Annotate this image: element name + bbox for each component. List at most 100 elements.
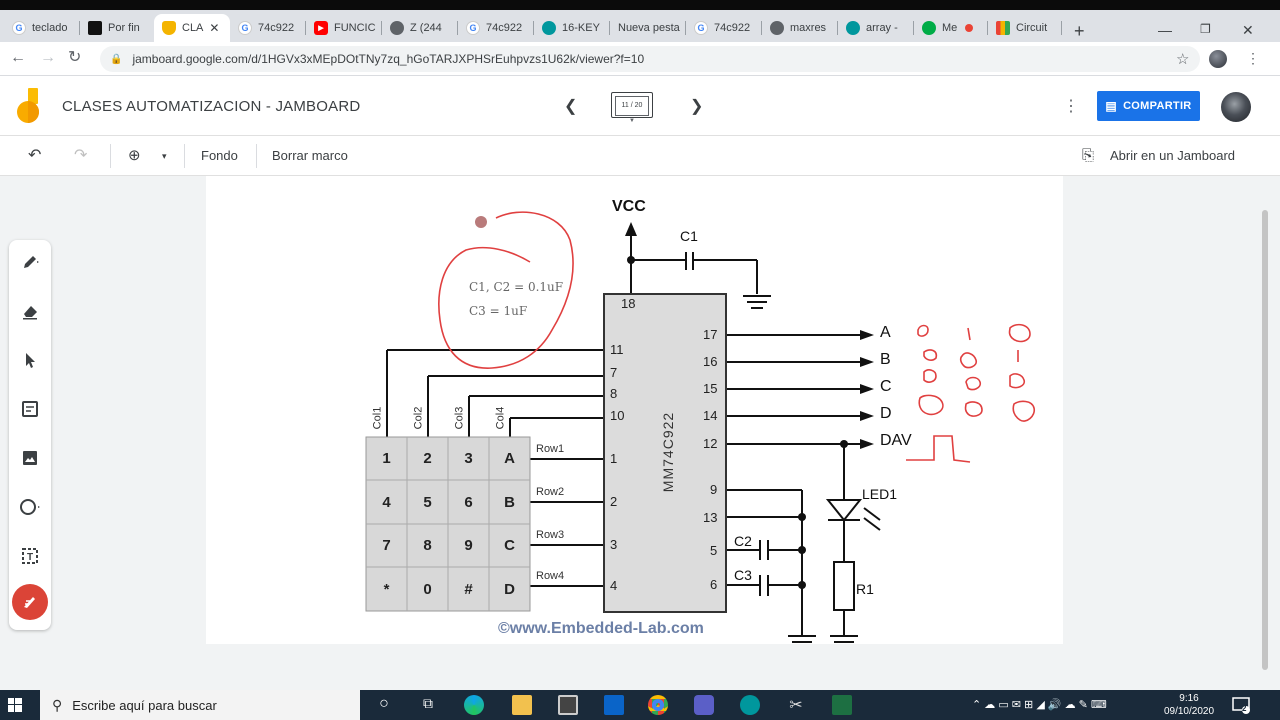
arduino-icon — [542, 21, 556, 35]
teams-icon[interactable] — [694, 695, 714, 715]
taskbar-search-field[interactable]: ⚲ Escribe aquí para buscar — [40, 690, 360, 720]
close-tab-icon[interactable]: ✕ — [209, 21, 219, 35]
url-field[interactable]: 🔒 jamboard.google.com/d/1HGVx3xMEpDOtTNy… — [100, 46, 1200, 72]
undo-icon[interactable]: ↶ — [28, 148, 41, 164]
tab-4[interactable]: G 74c922 — [230, 14, 306, 42]
mail-icon[interactable] — [604, 695, 624, 715]
clear-frame-button[interactable]: Borrar marco — [272, 148, 348, 164]
sticky-note-icon — [22, 401, 38, 417]
output-label: DAV — [880, 432, 912, 449]
frame-caret-icon[interactable]: ▼ — [629, 118, 635, 124]
col-label: Col2 — [412, 406, 425, 430]
notification-icon[interactable]: 2 — [1232, 696, 1250, 719]
task-view-icon[interactable]: ⧉ — [418, 695, 438, 715]
select-tool[interactable] — [9, 340, 51, 380]
forward-icon[interactable]: → — [40, 50, 56, 66]
taskbar-clock[interactable]: 9:16 09/10/2020 — [1158, 692, 1220, 718]
pen-tool[interactable] — [9, 242, 51, 282]
recording-dot-icon — [965, 24, 974, 32]
tab-13[interactable]: Me — [914, 14, 988, 42]
keypad-key: C — [504, 537, 515, 554]
tab-1[interactable]: G teclado — [4, 14, 80, 42]
tab-label: array - — [866, 22, 898, 34]
tab-3-active[interactable]: CLA ✕ — [154, 14, 230, 42]
more-options-icon[interactable]: ⋮ — [1063, 96, 1079, 116]
vcc-label: VCC — [612, 198, 646, 215]
tab-label: Nueva pesta — [618, 22, 680, 34]
close-window-icon[interactable]: ✕ — [1242, 22, 1254, 39]
bookmark-star-icon[interactable]: ☆ — [1176, 50, 1189, 68]
tab-9[interactable]: Nueva pesta — [610, 14, 686, 42]
tab-6[interactable]: Z (244 — [382, 14, 458, 42]
pin-label: 5 — [710, 543, 718, 558]
laser-tool[interactable] — [12, 584, 48, 620]
image-tool[interactable] — [9, 438, 51, 478]
jamboard-logo-icon[interactable] — [16, 88, 42, 124]
arduino-icon — [846, 21, 860, 35]
frame-selector[interactable]: 11 / 20 — [611, 92, 653, 118]
tab-2[interactable]: Por fin — [80, 14, 154, 42]
jam-frame[interactable]: VCC C1 18 C1, C2 = 0.1uF C3 = 1uF 11 7 8… — [206, 176, 1063, 644]
page-title: CLASES AUTOMATIZACION - JAMBOARD — [62, 98, 361, 115]
tab-14[interactable]: Circuit — [988, 14, 1062, 42]
svg-text:T: T — [27, 552, 33, 563]
tab-7[interactable]: G 74c922 — [458, 14, 534, 42]
arduino-app-icon[interactable] — [740, 695, 760, 715]
back-icon[interactable]: ← — [10, 50, 26, 66]
tab-label: maxres — [790, 22, 827, 34]
new-tab-button[interactable]: + — [1074, 22, 1085, 40]
share-button[interactable]: ▤ COMPARTIR — [1097, 91, 1200, 121]
store-icon[interactable] — [558, 695, 578, 715]
system-tray[interactable]: ⌃ ☁ ▭ ✉ ⊞ ◢ 🔊 ☁ ✎ ⌨ — [972, 698, 1107, 711]
keypad-key: 6 — [464, 493, 473, 511]
next-frame-icon[interactable]: ❯ — [690, 96, 703, 116]
cortana-icon[interactable]: ○ — [374, 695, 394, 715]
profile-avatar-small[interactable] — [1209, 50, 1227, 68]
tab-label: FUNCIC — [334, 22, 376, 34]
snipping-icon[interactable]: ✂ — [786, 695, 806, 715]
tab-10[interactable]: G 74c922 — [686, 14, 762, 42]
tab-11[interactable]: maxres — [762, 14, 838, 42]
excel-icon[interactable] — [832, 695, 852, 715]
scrollbar-thumb[interactable] — [1262, 210, 1268, 670]
browser-menu-icon[interactable]: ⋮ — [1246, 50, 1260, 67]
google-icon: G — [12, 21, 26, 35]
black-app-icon — [88, 21, 102, 35]
tool-palette: T — [9, 240, 51, 630]
text-box-tool[interactable]: T — [9, 536, 51, 576]
pin-label: 3 — [610, 537, 618, 552]
search-icon: ⚲ — [52, 696, 63, 713]
tab-5[interactable]: ▶ FUNCIC — [306, 14, 382, 42]
background-button[interactable]: Fondo — [201, 148, 238, 164]
windows-start-icon[interactable] — [8, 698, 22, 712]
restore-icon[interactable]: ❐ — [1200, 22, 1211, 36]
open-in-jamboard-button[interactable]: Abrir en un Jamboard — [1110, 148, 1235, 164]
tab-12[interactable]: array - — [838, 14, 914, 42]
pin-label: 10 — [610, 408, 625, 423]
pin-label: 7 — [610, 365, 618, 380]
tab-8[interactable]: 16-KEY — [534, 14, 610, 42]
zoom-dropdown-icon[interactable]: ▾ — [162, 148, 167, 164]
share-lock-icon: ▤ — [1105, 99, 1118, 113]
pin-label: 16 — [703, 354, 718, 369]
chip-name: MM74C922 — [660, 411, 676, 493]
chrome-icon[interactable] — [648, 695, 668, 715]
zoom-icon[interactable]: ⊕ — [128, 148, 141, 164]
redo-icon[interactable]: ↷ — [74, 148, 87, 164]
tab-label: Z (244 — [410, 22, 442, 34]
r1-label: R1 — [856, 581, 874, 597]
jamboard-header: CLASES AUTOMATIZACION - JAMBOARD ❮ 11 / … — [0, 76, 1280, 136]
minimize-icon[interactable]: — — [1158, 22, 1172, 38]
avatar[interactable] — [1221, 92, 1251, 122]
col-label: Col1 — [371, 406, 384, 430]
open-jamboard-icon[interactable]: ⎘ — [1082, 148, 1094, 164]
reload-icon[interactable]: ↻ — [68, 50, 81, 66]
previous-frame-icon[interactable]: ❮ — [564, 96, 577, 116]
share-label: COMPARTIR — [1123, 100, 1192, 112]
eraser-tool[interactable] — [9, 291, 51, 331]
screen: G teclado Por fin CLA ✕ G 74c922 ▶ FUNCI… — [0, 0, 1280, 720]
shape-tool[interactable] — [9, 487, 51, 527]
sticky-note-tool[interactable] — [9, 389, 51, 429]
file-explorer-icon[interactable] — [512, 695, 532, 715]
edge-icon[interactable] — [464, 695, 484, 715]
